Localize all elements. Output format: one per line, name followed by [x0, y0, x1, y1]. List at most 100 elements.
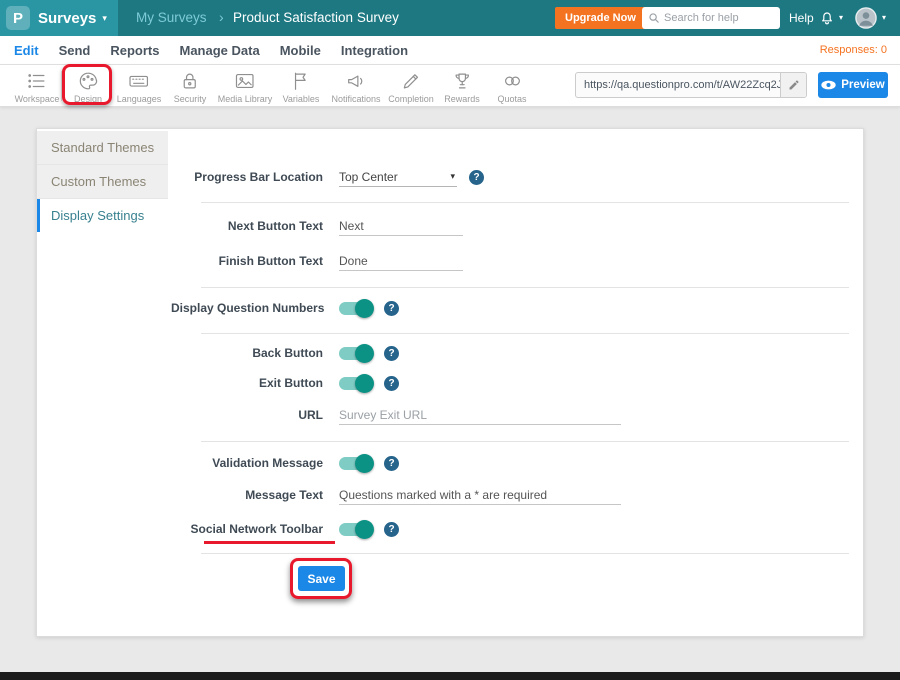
- megaphone-icon: [345, 70, 367, 92]
- toolbar-item-languages[interactable]: Languages: [117, 70, 162, 104]
- chevron-down-icon: [839, 13, 843, 22]
- progress-bar-location-label: Progress Bar Location: [171, 170, 323, 184]
- edit-toolbar: Workspace Design Languages Security Medi…: [0, 65, 900, 107]
- chevron-down-icon: [102, 13, 107, 24]
- toolbar-divider: [61, 71, 62, 101]
- rings-icon: [501, 70, 523, 92]
- social-network-toolbar-toggle[interactable]: [339, 523, 372, 536]
- divider: [201, 287, 849, 288]
- validation-message-toggle[interactable]: [339, 457, 372, 470]
- help-search: [642, 7, 780, 29]
- help-circle-icon[interactable]: [469, 170, 484, 185]
- tab-manage-data[interactable]: Manage Data: [179, 43, 259, 58]
- help-circle-icon[interactable]: [384, 456, 399, 471]
- preview-button[interactable]: Preview: [818, 72, 888, 98]
- toggle-knob: [355, 454, 374, 473]
- survey-nav: Edit Send Reports Manage Data Mobile Int…: [0, 36, 900, 65]
- finish-button-text-input[interactable]: [339, 252, 463, 271]
- toolbar-item-quotas[interactable]: Quotas: [497, 70, 526, 104]
- breadcrumb-my-surveys[interactable]: My Surveys: [136, 10, 207, 25]
- row-finish-button-text: Finish Button Text: [171, 249, 463, 273]
- upgrade-now-button[interactable]: Upgrade Now: [555, 7, 646, 29]
- progress-bar-location-select[interactable]: Top Center: [339, 168, 457, 187]
- help-circle-icon[interactable]: [384, 346, 399, 361]
- next-button-text-label: Next Button Text: [171, 219, 323, 233]
- toolbar-item-design[interactable]: Design: [74, 70, 102, 104]
- row-social-network-toolbar: Social Network Toolbar: [171, 517, 399, 541]
- workspace-icon: [26, 70, 48, 92]
- divider: [201, 441, 849, 442]
- toolbar-item-notifications[interactable]: Notifications: [331, 70, 380, 104]
- pencil-icon: [400, 70, 422, 92]
- search-icon: [648, 12, 660, 24]
- back-button-toggle[interactable]: [339, 347, 372, 360]
- display-settings-panel: Standard Themes Custom Themes Display Se…: [36, 128, 864, 637]
- toolbar-item-completion[interactable]: Completion: [388, 70, 434, 104]
- row-exit-url: URL: [171, 403, 621, 427]
- exit-url-input[interactable]: [339, 406, 621, 425]
- toolbar-item-label: Media Library: [218, 94, 273, 104]
- survey-url[interactable]: https://qa.questionpro.com/t/AW22Zcq2J: [576, 79, 780, 91]
- validation-message-label: Validation Message: [171, 456, 323, 470]
- survey-title: Product Satisfaction Survey: [233, 10, 399, 25]
- tab-reports[interactable]: Reports: [110, 43, 159, 58]
- toolbar-item-media-library[interactable]: Media Library: [218, 70, 273, 104]
- toolbar-item-security[interactable]: Security: [174, 70, 207, 104]
- toggle-knob: [355, 374, 374, 393]
- help-circle-icon[interactable]: [384, 522, 399, 537]
- sidebar-item-display-settings[interactable]: Display Settings: [37, 199, 168, 232]
- toolbar-item-workspace[interactable]: Workspace: [15, 70, 60, 104]
- breadcrumb-separator-icon: [219, 9, 224, 25]
- preview-label: Preview: [841, 79, 884, 91]
- toolbar-item-label: Design: [74, 94, 102, 104]
- toolbar-item-label: Notifications: [331, 94, 380, 104]
- finish-button-text-label: Finish Button Text: [171, 254, 323, 268]
- toolbar-item-variables[interactable]: Variables: [283, 70, 320, 104]
- flag-icon: [290, 70, 312, 92]
- next-button-text-input[interactable]: [339, 217, 463, 236]
- display-question-numbers-toggle[interactable]: [339, 302, 372, 315]
- toggle-knob: [355, 299, 374, 318]
- annotation-social-underline: [204, 541, 335, 544]
- questionpro-app: P Surveys My Surveys Product Satisfactio…: [0, 0, 900, 680]
- toolbar-item-rewards[interactable]: Rewards: [444, 70, 480, 104]
- edit-url-button[interactable]: [780, 73, 806, 97]
- product-switcher[interactable]: P Surveys: [0, 0, 118, 36]
- divider: [201, 553, 849, 554]
- tab-mobile[interactable]: Mobile: [280, 43, 321, 58]
- exit-button-toggle[interactable]: [339, 377, 372, 390]
- back-button-label: Back Button: [171, 346, 323, 360]
- toolbar-item-label: Quotas: [497, 94, 526, 104]
- row-validation-message: Validation Message: [171, 451, 399, 475]
- sidebar-item-custom-themes[interactable]: Custom Themes: [37, 165, 168, 199]
- tab-edit[interactable]: Edit: [14, 43, 39, 58]
- questionpro-logo: P: [6, 6, 30, 30]
- toggle-knob: [355, 520, 374, 539]
- topbar: P Surveys My Surveys Product Satisfactio…: [0, 0, 900, 36]
- toolbar-item-label: Security: [174, 94, 207, 104]
- trophy-icon: [451, 70, 473, 92]
- tab-send[interactable]: Send: [59, 43, 91, 58]
- exit-button-label: Exit Button: [171, 376, 323, 390]
- message-text-label: Message Text: [171, 488, 323, 502]
- toggle-knob: [355, 344, 374, 363]
- image-icon: [234, 70, 256, 92]
- help-search-input[interactable]: [664, 12, 774, 24]
- save-button[interactable]: Save: [298, 566, 345, 591]
- tab-integration[interactable]: Integration: [341, 43, 408, 58]
- notifications-bell-icon[interactable]: [819, 9, 835, 26]
- row-message-text: Message Text: [171, 483, 621, 507]
- help-circle-icon[interactable]: [384, 301, 399, 316]
- lock-icon: [179, 70, 201, 92]
- avatar[interactable]: [855, 7, 877, 29]
- message-text-input[interactable]: [339, 486, 621, 505]
- product-name: Surveys: [38, 10, 96, 27]
- chevron-down-icon: [882, 13, 886, 22]
- help-link[interactable]: Help: [789, 11, 814, 25]
- responses-count: Responses: 0: [820, 44, 887, 56]
- help-circle-icon[interactable]: [384, 376, 399, 391]
- divider: [201, 333, 849, 334]
- sidebar-item-standard-themes[interactable]: Standard Themes: [37, 131, 168, 165]
- toolbar-item-label: Rewards: [444, 94, 480, 104]
- progress-bar-location-value: Top Center: [339, 170, 398, 184]
